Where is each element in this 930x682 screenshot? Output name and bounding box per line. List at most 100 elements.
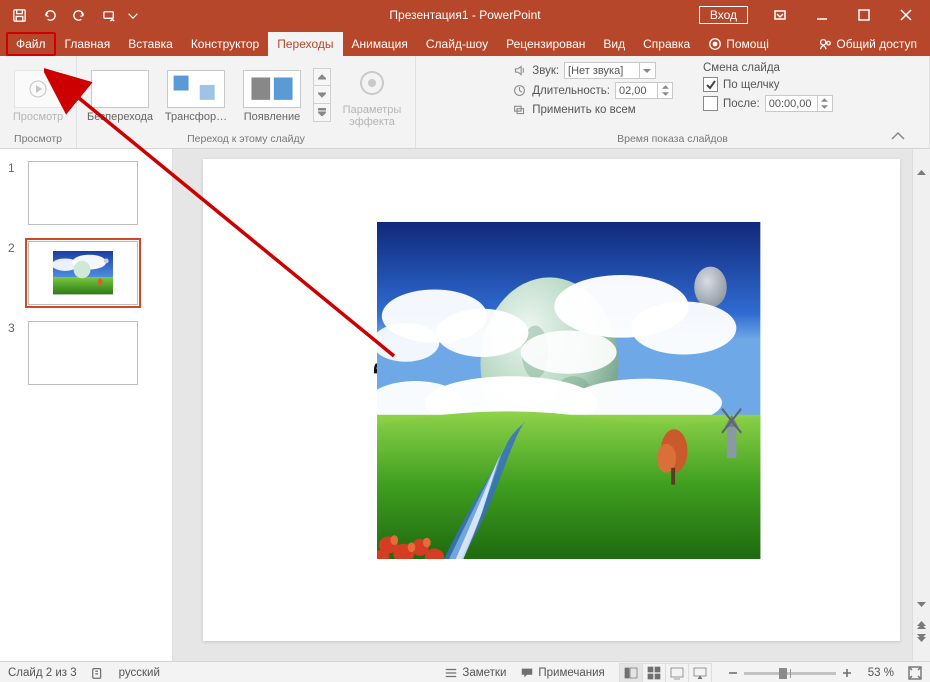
sign-in-button[interactable]: Вход [699, 6, 748, 24]
slide-thumb-2[interactable]: 2 [0, 237, 172, 317]
duration-spinner[interactable]: 02,00 [615, 82, 673, 99]
comments-label: Примечания [538, 667, 604, 679]
after-time-spinner[interactable]: 00:00,00 [765, 95, 833, 112]
qat-customize-icon[interactable] [126, 2, 140, 28]
after-checkbox[interactable] [703, 96, 718, 111]
slide-thumbnail-panel: 1 2 [0, 149, 173, 661]
spellcheck-icon[interactable] [91, 666, 105, 680]
status-bar: Слайд 2 из 3 русский Заметки Примечания … [0, 661, 930, 682]
tab-design[interactable]: Конструктор [182, 32, 268, 56]
slide-thumb-image [53, 251, 113, 294]
save-icon[interactable] [6, 2, 32, 28]
apply-to-all-label: Применить ко всем [532, 104, 635, 116]
slide-number: 1 [8, 161, 20, 175]
zoom-value[interactable]: 53 % [868, 667, 894, 679]
after-label: После: [723, 98, 760, 110]
tab-slideshow[interactable]: Слайд-шоу [417, 32, 497, 56]
transition-fade-label: Появление [244, 111, 300, 123]
apply-all-icon [512, 102, 527, 117]
tell-me-label: Помощі [726, 37, 769, 51]
slide-image[interactable] [377, 222, 760, 559]
share-label: Общий доступ [836, 37, 917, 51]
transition-morph[interactable]: Трансфор… [161, 66, 231, 123]
tab-tell-me[interactable]: Помощі [699, 32, 778, 56]
comments-button[interactable]: Примечания [520, 666, 604, 680]
zoom-track[interactable] [744, 672, 836, 675]
tab-animations[interactable]: Анимация [343, 32, 417, 56]
ribbon-tabs: Файл Главная Вставка Конструктор Переход… [0, 30, 930, 56]
zoom-thumb[interactable] [779, 668, 787, 679]
undo-icon[interactable] [36, 2, 62, 28]
reading-view-icon[interactable] [665, 664, 688, 682]
fit-to-window-icon[interactable] [908, 666, 922, 680]
effect-options-label: Параметры эффекта [343, 104, 402, 128]
sound-icon [512, 63, 527, 78]
share-button[interactable]: Общий доступ [809, 32, 926, 56]
slide-sorter-view-icon[interactable] [642, 664, 665, 682]
start-from-beginning-icon[interactable] [96, 2, 122, 28]
duration-value: 02,00 [619, 85, 647, 97]
next-slide-icon[interactable] [915, 631, 929, 645]
gallery-group-label: Переход к этому слайду [85, 131, 407, 148]
clock-icon [512, 83, 527, 98]
close-icon[interactable] [886, 0, 926, 30]
timing-group-label: Время показа слайдов [424, 131, 921, 148]
slide-thumb-3[interactable]: 3 [0, 317, 172, 397]
minimize-icon[interactable] [802, 0, 842, 30]
ribbon-display-options-icon[interactable] [760, 0, 800, 30]
preview-group-label: Просмотр [8, 131, 68, 148]
normal-view-icon[interactable] [620, 664, 642, 682]
zoom-in-icon[interactable] [840, 666, 854, 680]
sound-value: [Нет звука] [568, 65, 623, 77]
title-bar: Презентация1 - PowerPoint Вход [0, 0, 930, 30]
transition-none[interactable]: Безперехода [85, 66, 155, 123]
slide-position: Слайд 2 из 3 [8, 667, 77, 679]
on-click-label: По щелчку [723, 79, 780, 91]
gallery-more-button[interactable] [313, 68, 331, 122]
quick-access-toolbar [0, 2, 140, 28]
slide-canvas[interactable]: ‘ [203, 159, 900, 641]
on-click-checkbox[interactable] [703, 77, 718, 92]
tab-insert[interactable]: Вставка [119, 32, 182, 56]
sound-label: Звук: [532, 65, 559, 77]
zoom-out-icon[interactable] [726, 666, 740, 680]
tab-transitions[interactable]: Переходы [268, 32, 342, 56]
tab-file[interactable]: Файл [6, 32, 56, 56]
duration-label: Длительность: [532, 85, 610, 97]
preview-button-label: Просмотр [13, 111, 63, 123]
preview-button[interactable]: Просмотр [8, 66, 68, 123]
transition-fade[interactable]: Появление [237, 66, 307, 123]
sound-dropdown[interactable]: [Нет звука] [564, 62, 656, 79]
scroll-up-icon[interactable] [915, 165, 929, 179]
slide-thumb-canvas [28, 321, 138, 385]
notes-button[interactable]: Заметки [444, 666, 506, 680]
language-indicator[interactable]: русский [119, 667, 160, 679]
ribbon: Просмотр Просмотр Безперехода Трансфор… … [0, 56, 930, 149]
vertical-scrollbar[interactable] [912, 149, 930, 661]
slideshow-view-icon[interactable] [688, 664, 711, 682]
workspace: 1 2 [0, 149, 930, 661]
ribbon-group-preview: Просмотр Просмотр [0, 56, 77, 148]
tab-review[interactable]: Рецензирован [497, 32, 594, 56]
zoom-slider[interactable] [726, 666, 854, 680]
tab-view[interactable]: Вид [594, 32, 634, 56]
slide-thumb-canvas [28, 241, 138, 305]
slide-thumb-1[interactable]: 1 [0, 157, 172, 237]
after-time-value: 00:00,00 [769, 98, 812, 110]
apply-to-all-button[interactable]: Применить ко всем [512, 102, 673, 117]
transition-none-label: Безперехода [87, 111, 153, 123]
ribbon-group-timing: Звук: [Нет звука] Длительность: 02,00 [416, 56, 930, 148]
maximize-icon[interactable] [844, 0, 884, 30]
slide-editor[interactable]: ‘ [173, 149, 930, 661]
tab-home[interactable]: Главная [56, 32, 120, 56]
effect-options-button[interactable]: Параметры эффекта [337, 61, 407, 128]
scroll-down-icon[interactable] [915, 597, 929, 611]
slide-number: 3 [8, 321, 20, 335]
notes-label: Заметки [462, 667, 506, 679]
prev-slide-icon[interactable] [915, 617, 929, 631]
slide-thumb-canvas [28, 161, 138, 225]
redo-icon[interactable] [66, 2, 92, 28]
collapse-ribbon-icon[interactable] [889, 130, 907, 144]
advance-slide-header: Смена слайда [703, 62, 780, 74]
tab-help[interactable]: Справка [634, 32, 699, 56]
